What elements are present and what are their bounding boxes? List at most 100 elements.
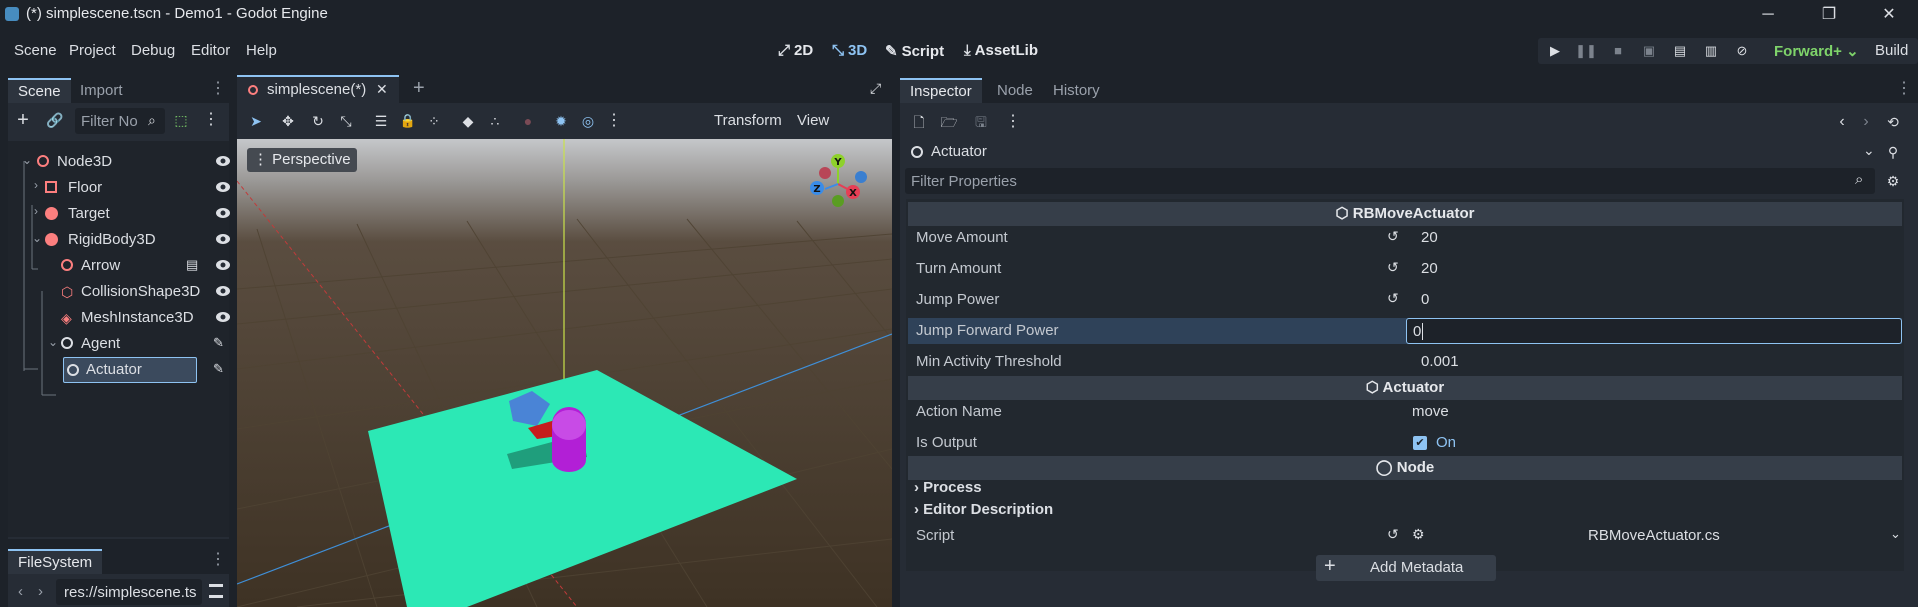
stop-icon[interactable]: ■ [1607, 40, 1629, 62]
local-space-icon[interactable]: ◆ [457, 110, 479, 132]
visibility-eye-icon[interactable] [215, 259, 231, 271]
tree-item-target[interactable]: › Target [20, 201, 235, 227]
scene-filter-field[interactable]: Filter No ⌕ [75, 108, 165, 134]
sun-preview-icon[interactable]: ✹ [550, 110, 572, 132]
prop-min-activity-threshold[interactable]: Min Activity Threshold 0.001 [908, 347, 1902, 377]
menu-debug[interactable]: Debug [131, 42, 175, 59]
tab-node[interactable]: Node [987, 78, 1043, 103]
dock-menu-icon[interactable]: ⋮ [207, 549, 229, 571]
group-process[interactable]: › Process [914, 479, 982, 496]
script-gear-icon[interactable]: ⚙ [1412, 526, 1425, 543]
tree-item-arrow[interactable]: Arrow ▤ [20, 253, 235, 279]
jump-forward-power-input[interactable]: 0 [1406, 318, 1902, 344]
prop-jump-forward-power[interactable]: Jump Forward Power 0 [908, 318, 1902, 344]
path-field[interactable]: res://simplescene.ts [56, 579, 202, 605]
menu-help[interactable]: Help [246, 42, 277, 59]
property-tools-icon[interactable]: ⚙ [1882, 170, 1904, 192]
rotate-tool-icon[interactable]: ↻ [307, 110, 329, 132]
revert-icon[interactable]: ↺ [1387, 228, 1399, 245]
remote-debug-icon[interactable]: ▣ [1638, 40, 1660, 62]
prop-turn-amount[interactable]: Turn Amount ↺ 20 [908, 254, 1902, 284]
add-tab-icon[interactable]: + [413, 77, 425, 100]
workspace-2d-button[interactable]: ⤢ 2D [778, 42, 813, 59]
workspace-3d-button[interactable]: ⤡ 3D [832, 42, 867, 59]
menu-scene[interactable]: Scene [14, 42, 57, 59]
distraction-free-icon[interactable]: ⤢ [870, 80, 881, 97]
menu-project[interactable]: Project [69, 42, 116, 59]
attach-script-icon[interactable]: ⬚ [170, 109, 192, 131]
forward-icon[interactable]: › [38, 583, 43, 600]
new-resource-icon[interactable]: 🗋 [908, 111, 930, 133]
list-view-icon[interactable] [209, 584, 223, 598]
history-icon[interactable]: ⟲ [1882, 111, 1904, 133]
history-forward-icon[interactable]: › [1855, 111, 1877, 133]
prop-action-name[interactable]: Action Name move [908, 397, 1902, 427]
select-tool-icon[interactable]: ➤ [245, 110, 267, 132]
tree-item-node3d[interactable]: ⌄ Node3D [20, 149, 235, 175]
tab-import[interactable]: Import [70, 78, 133, 103]
instance-scene-icon[interactable]: ▤ [186, 257, 198, 273]
move-tool-icon[interactable]: ✥ [277, 110, 299, 132]
back-icon[interactable]: ‹ [18, 583, 23, 600]
scene-menu-icon[interactable]: ⋮ [200, 109, 222, 131]
object-docs-icon[interactable]: ⚲ [1882, 141, 1904, 163]
add-metadata-button[interactable]: + Add Metadata [1316, 555, 1496, 581]
object-selector[interactable]: Actuator ⌄ [905, 140, 1875, 164]
play-icon[interactable]: ▶ [1544, 40, 1566, 62]
resource-menu-icon[interactable]: ⋮ [1002, 111, 1024, 133]
close-tab-icon[interactable]: ✕ [376, 81, 388, 98]
perspective-button[interactable]: ⋮ Perspective [247, 148, 357, 172]
group-icon[interactable]: ⁘ [423, 110, 445, 132]
view-gizmo[interactable]: Y X Z [801, 151, 881, 211]
tree-item-rigidbody3d[interactable]: ⌄ RigidBody3D [20, 227, 235, 253]
tab-filesystem[interactable]: FileSystem [8, 549, 103, 574]
lock-icon[interactable]: 🔒 [397, 110, 419, 132]
tab-inspector[interactable]: Inspector [900, 78, 982, 103]
prop-jump-power[interactable]: Jump Power ↺ 0 [908, 285, 1902, 315]
environment-preview-icon[interactable]: ◎ [577, 110, 599, 132]
camera-override-icon[interactable]: ● [517, 110, 539, 132]
view-menu[interactable]: View [797, 112, 829, 129]
visibility-eye-icon[interactable] [215, 181, 231, 193]
visibility-eye-icon[interactable] [215, 207, 231, 219]
tree-item-meshinstance3d[interactable]: ◈ MeshInstance3D [20, 305, 235, 331]
workspace-script-button[interactable]: ✎ Script [885, 42, 944, 60]
prop-is-output[interactable]: Is Output ✔ On [908, 428, 1902, 458]
tree-item-floor[interactable]: › Floor [20, 175, 235, 201]
tree-item-agent[interactable]: ⌄ Agent ✎ [20, 331, 235, 357]
3d-viewport[interactable]: ⋮ Perspective Y X Z [237, 139, 892, 607]
dock-menu-icon[interactable]: ⋮ [1893, 78, 1915, 100]
open-resource-icon[interactable]: 🗁 [938, 111, 960, 133]
tab-simplescene[interactable]: simplescene(*) ✕ [237, 75, 399, 103]
script-icon[interactable]: ✎ [213, 361, 224, 377]
save-resource-icon[interactable]: 🖫 [970, 111, 992, 133]
prop-script[interactable]: Script ↺ ⚙ RBMoveActuator.cs ⌄ [908, 521, 1902, 551]
script-resource[interactable]: RBMoveActuator.cs [1588, 527, 1720, 544]
checkbox-checked-icon[interactable]: ✔ [1413, 436, 1427, 450]
close-button[interactable]: ✕ [1878, 4, 1900, 26]
revert-icon[interactable]: ↺ [1387, 526, 1399, 543]
visibility-eye-icon[interactable] [215, 155, 231, 167]
group-editor-description[interactable]: › Editor Description [914, 501, 1053, 518]
tab-history[interactable]: History [1043, 78, 1110, 103]
instance-scene-icon[interactable]: 🔗 [44, 109, 66, 131]
menu-editor[interactable]: Editor [191, 42, 230, 59]
chevron-down-icon[interactable]: ⌄ [1890, 526, 1901, 542]
viewport-menu-icon[interactable]: ⋮ [603, 110, 625, 132]
tree-item-collisionshape3d[interactable]: ⬡ CollisionShape3D [20, 279, 235, 305]
maximize-button[interactable]: ❐ [1818, 4, 1840, 26]
filter-properties-field[interactable]: Filter Properties ⌕ [905, 168, 1875, 194]
prop-move-amount[interactable]: Move Amount ↺ 20 [908, 223, 1902, 253]
tree-item-actuator[interactable]: Actuator [63, 357, 197, 383]
play-scene-icon[interactable]: ▤ [1669, 40, 1691, 62]
build-button[interactable]: Build [1875, 42, 1908, 59]
scale-tool-icon[interactable]: ⤡ [335, 110, 357, 132]
dock-menu-icon[interactable]: ⋮ [207, 78, 229, 100]
pause-icon[interactable]: ❚❚ [1575, 40, 1597, 62]
transform-menu[interactable]: Transform [714, 112, 782, 129]
play-custom-icon[interactable]: ▥ [1700, 40, 1722, 62]
add-node-icon[interactable]: + [12, 109, 34, 131]
visibility-eye-icon[interactable] [215, 285, 231, 297]
movie-maker-icon[interactable]: ⊘ [1731, 40, 1753, 62]
tab-scene[interactable]: Scene [8, 78, 71, 103]
